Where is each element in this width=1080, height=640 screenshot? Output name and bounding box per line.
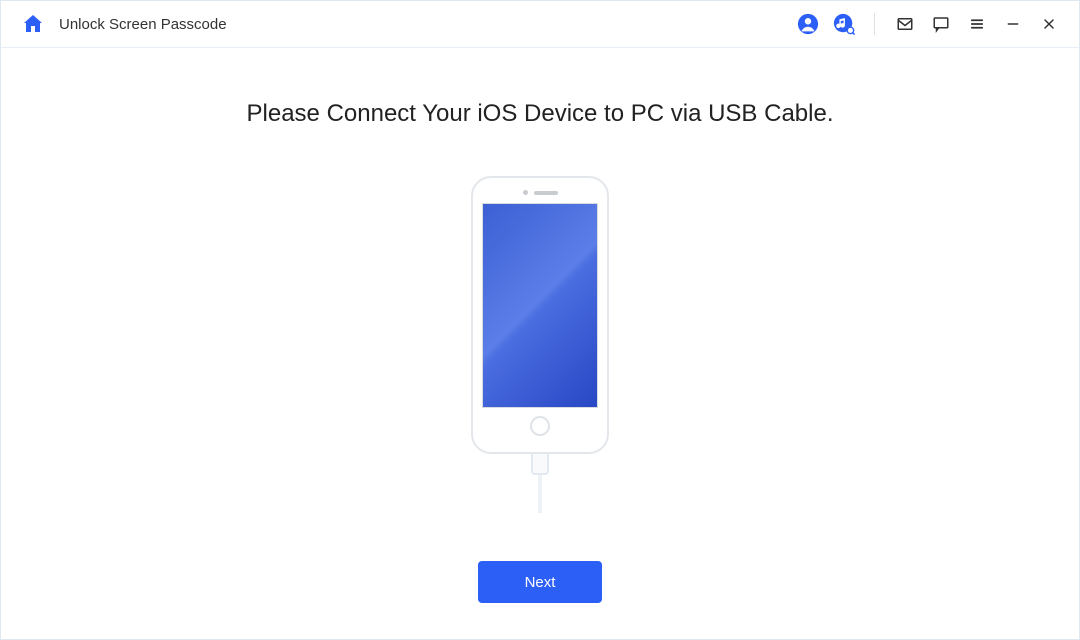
phone-illustration: [470, 176, 610, 513]
cable-wire: [538, 475, 542, 513]
music-search-icon[interactable]: [830, 10, 858, 38]
next-button[interactable]: Next: [478, 561, 602, 603]
home-icon[interactable]: [21, 12, 45, 36]
mail-icon[interactable]: [891, 10, 919, 38]
cable-connector: [531, 453, 549, 475]
feedback-icon[interactable]: [927, 10, 955, 38]
titlebar: Unlock Screen Passcode: [1, 1, 1079, 48]
account-icon[interactable]: [794, 10, 822, 38]
titlebar-left: Unlock Screen Passcode: [21, 12, 227, 36]
phone-screen: [482, 203, 598, 408]
instruction-heading: Please Connect Your iOS Device to PC via…: [247, 100, 834, 128]
phone-top: [523, 190, 558, 195]
phone-body: [471, 176, 609, 454]
phone-camera: [523, 190, 528, 195]
titlebar-divider: [874, 13, 875, 35]
phone-home-button: [530, 416, 550, 436]
menu-icon[interactable]: [963, 10, 991, 38]
phone-speaker: [534, 191, 558, 195]
main-content: Please Connect Your iOS Device to PC via…: [1, 48, 1079, 639]
minimize-button[interactable]: [999, 10, 1027, 38]
titlebar-right: [794, 10, 1063, 38]
page-title: Unlock Screen Passcode: [59, 16, 227, 33]
close-button[interactable]: [1035, 10, 1063, 38]
